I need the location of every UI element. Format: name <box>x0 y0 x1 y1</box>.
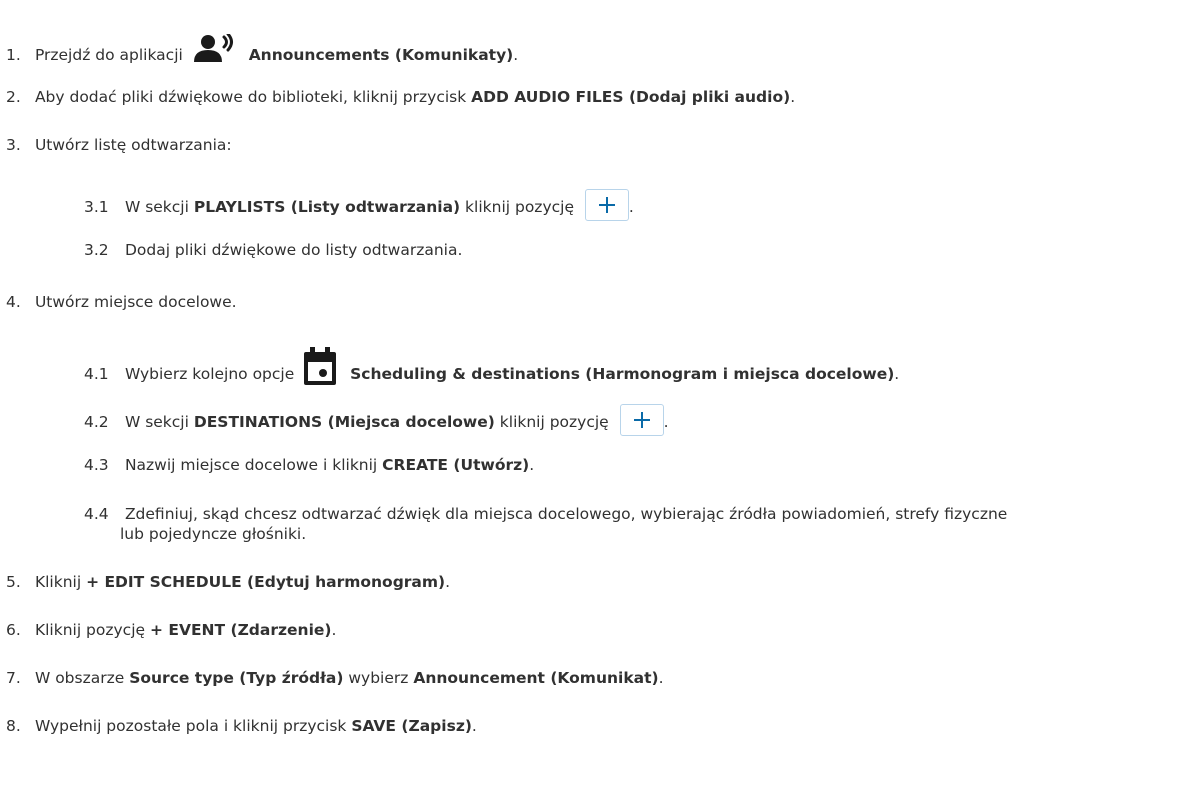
create-label: CREATE (Utwórz) <box>382 456 530 474</box>
step-4-2: 4.2 W sekcji DESTINATIONS (Miejsca docel… <box>84 404 669 436</box>
step-3-1: 3.1 W sekcji PLAYLISTS (Listy odtwarzani… <box>84 189 634 221</box>
speaker-person-icon <box>192 32 236 69</box>
step-number: 4.4 <box>84 505 109 523</box>
step-3-2: 3.2 Dodaj pliki dźwiękowe do listy odtwa… <box>84 241 463 259</box>
step-4-3: 4.3 Nazwij miejsce docelowe i kliknij CR… <box>84 456 535 474</box>
step-number: 2. <box>6 88 21 106</box>
step-number: 4.1 <box>84 365 109 383</box>
step-8: 8. Wypełnij pozostałe pola i kliknij prz… <box>0 716 477 736</box>
announcement-label: Announcement (Komunikat) <box>413 669 659 687</box>
step-4: 4. Utwórz miejsce docelowe. <box>0 292 237 312</box>
step-5: 5. Kliknij + EDIT SCHEDULE (Edytuj harmo… <box>0 572 450 592</box>
plus-icon <box>633 412 650 428</box>
step-2: 2. Aby dodać pliki dźwiękowe do bibliote… <box>0 87 795 107</box>
destinations-label: DESTINATIONS (Miejsca docelowe) <box>193 413 495 431</box>
edit-schedule-label: + EDIT SCHEDULE (Edytuj harmonogram) <box>86 573 446 591</box>
step-1: 1. Przejdź do aplikacji Announcements (K… <box>0 32 518 69</box>
step-number: 4.2 <box>84 413 109 431</box>
step-number: 7. <box>6 669 21 687</box>
add-audio-files-label: ADD AUDIO FILES (Dodaj pliki audio) <box>471 88 791 106</box>
add-destination-button[interactable] <box>619 404 664 436</box>
step-text-line-2: lub pojedyncze głośniki. <box>120 525 307 543</box>
step-text-line-1: Zdefiniuj, skąd chcesz odtwarzać dźwięk … <box>124 505 1008 523</box>
step-number: 4. <box>6 293 21 311</box>
plus-icon <box>598 197 615 213</box>
scheduling-destinations-label: Scheduling & destinations (Harmonogram i… <box>350 365 895 383</box>
app-name: Announcements (Komunikaty) <box>248 46 514 64</box>
playlists-label: PLAYLISTS (Listy odtwarzania) <box>193 198 461 216</box>
step-6: 6. Kliknij pozycję + EVENT (Zdarzenie). <box>0 620 336 640</box>
step-number: 4.3 <box>84 456 109 474</box>
step-number: 3.1 <box>84 198 109 216</box>
step-text: Przejdź do aplikacji <box>34 46 183 64</box>
step-number: 8. <box>6 717 21 735</box>
step-number: 3.2 <box>84 241 109 259</box>
step-4-4-continued: lub pojedyncze głośniki. <box>120 524 306 544</box>
step-4-1: 4.1 Wybierz kolejno opcje Scheduling & d… <box>84 347 899 392</box>
calendar-icon <box>303 347 337 392</box>
step-7: 7. W obszarze Source type (Typ źródła) w… <box>0 668 664 688</box>
step-4-4: 4.4 Zdefiniuj, skąd chcesz odtwarzać dźw… <box>84 504 1007 524</box>
add-playlist-button[interactable] <box>584 189 629 221</box>
step-number: 3. <box>6 136 21 154</box>
save-label: SAVE (Zapisz) <box>351 717 472 735</box>
event-label: + EVENT (Zdarzenie) <box>149 621 332 639</box>
step-number: 6. <box>6 621 21 639</box>
step-number: 1. <box>6 46 21 64</box>
source-type-label: Source type (Typ źródła) <box>129 669 344 687</box>
step-number: 5. <box>6 573 21 591</box>
step-3: 3. Utwórz listę odtwarzania: <box>0 135 232 155</box>
